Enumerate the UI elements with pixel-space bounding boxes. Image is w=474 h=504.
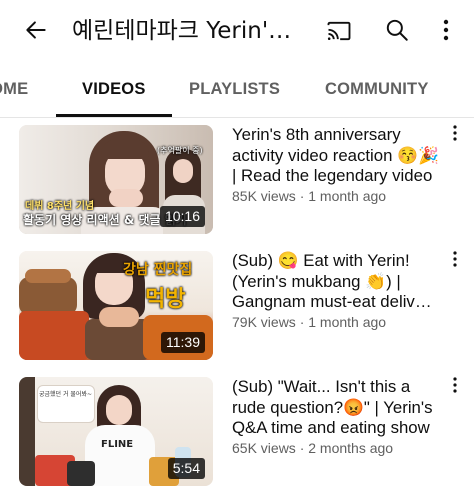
thumbnail-caption: 데뷔 8주년 기념 [25, 201, 95, 212]
more-vertical-icon [453, 377, 457, 393]
cast-button[interactable] [322, 14, 356, 48]
video-title[interactable]: (Sub) "Wait... Isn't this a rude questio… [232, 377, 440, 439]
tab-community[interactable]: COMMUNITY [325, 64, 429, 117]
thumbnail-caption-secondary: FLINE [101, 439, 134, 450]
tab-home[interactable]: HOME [0, 64, 28, 117]
video-thumbnail[interactable]: (추억팔이 중) 데뷔 8주년 기념 활동기 영상 리액션 & 댓글 읽기 10… [19, 125, 213, 234]
video-title[interactable]: Yerin's 8th anniversary activity video r… [232, 125, 440, 187]
top-app-bar: 예린테마파크 Yerin's Theme Park [0, 0, 474, 62]
video-more-button[interactable] [446, 125, 464, 149]
video-title[interactable]: (Sub) 😋 Eat with Yerin! (Yerin's mukbang… [232, 251, 440, 313]
thumbnail-caption: 궁금했던 거 물어봐~ [39, 391, 93, 398]
more-vertical-icon [443, 19, 449, 41]
video-metadata: 65K views · 2 months ago [232, 440, 394, 456]
video-duration-badge: 5:54 [167, 458, 205, 479]
back-button[interactable] [18, 12, 54, 48]
video-duration-badge: 11:39 [161, 332, 205, 353]
video-duration-badge: 10:16 [159, 206, 205, 227]
more-vertical-icon [453, 251, 457, 267]
search-icon [386, 19, 408, 41]
channel-tabs: HOME VIDEOS PLAYLISTS COMMUNITY [0, 64, 474, 118]
video-item[interactable]: 궁금했던 거 물어봐~ FLINE 5:54 (Sub) "Wait... Is… [0, 377, 474, 493]
thumbnail-caption: 강남 찐맛집 [123, 262, 193, 278]
video-more-button[interactable] [446, 251, 464, 275]
video-metadata: 79K views · 1 month ago [232, 314, 387, 330]
thumbnail-caption-secondary: 먹방 [145, 287, 186, 312]
more-vertical-icon [453, 125, 457, 141]
thumbnail-corner-text: (추억팔이 중) [157, 146, 203, 155]
tab-playlists[interactable]: PLAYLISTS [189, 64, 280, 117]
arrow-left-icon [26, 21, 46, 39]
search-button[interactable] [379, 12, 415, 48]
cast-icon [327, 21, 351, 41]
tab-videos[interactable]: VIDEOS [56, 64, 171, 117]
video-metadata: 85K views · 1 month ago [232, 188, 387, 204]
more-options-button[interactable] [432, 12, 460, 48]
video-thumbnail[interactable]: 궁금했던 거 물어봐~ FLINE 5:54 [19, 377, 213, 486]
video-item[interactable]: 강남 찐맛집 먹방 11:39 (Sub) 😋 Eat with Yerin! … [0, 251, 474, 367]
video-item[interactable]: (추억팔이 중) 데뷔 8주년 기념 활동기 영상 리액션 & 댓글 읽기 10… [0, 125, 474, 241]
channel-title: 예린테마파크 Yerin's Theme Park [72, 18, 302, 44]
video-thumbnail[interactable]: 강남 찐맛집 먹방 11:39 [19, 251, 213, 360]
video-more-button[interactable] [446, 377, 464, 401]
